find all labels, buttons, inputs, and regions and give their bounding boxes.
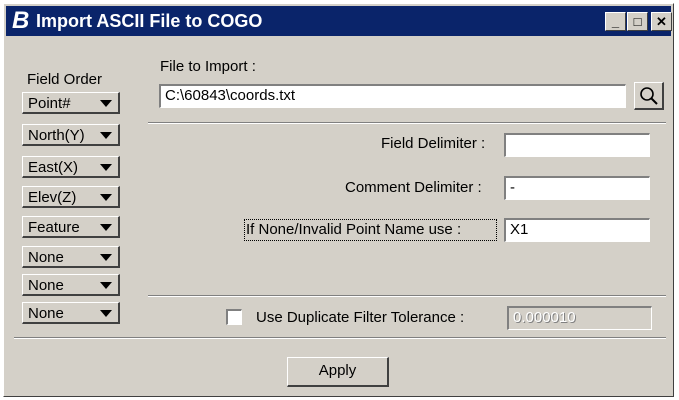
invalid-point-name-input[interactable]: X1 bbox=[504, 218, 650, 242]
chevron-down-icon bbox=[100, 132, 112, 139]
browse-button[interactable] bbox=[634, 82, 664, 110]
chevron-down-icon bbox=[100, 164, 112, 171]
duplicate-filter-label: Use Duplicate Filter Tolerance : bbox=[256, 309, 465, 326]
duplicate-tolerance-input: 0.000010 bbox=[507, 306, 652, 330]
app-icon: B bbox=[12, 7, 30, 34]
field-order-select-8[interactable]: None bbox=[22, 302, 120, 324]
field-order-value: Feature bbox=[28, 219, 80, 236]
separator-bottom bbox=[14, 337, 666, 339]
field-order-value: None bbox=[28, 277, 64, 294]
chevron-down-icon bbox=[100, 254, 112, 261]
field-order-select-3[interactable]: East(X) bbox=[22, 156, 120, 178]
field-order-label: Field Order bbox=[27, 71, 103, 88]
chevron-down-icon bbox=[100, 310, 112, 317]
field-order-select-7[interactable]: None bbox=[22, 274, 120, 296]
chevron-down-icon bbox=[100, 194, 112, 201]
maximize-button[interactable]: □ bbox=[627, 12, 648, 31]
field-order-value: Point# bbox=[28, 95, 71, 112]
field-order-select-4[interactable]: Elev(Z) bbox=[22, 186, 120, 208]
field-order-value: None bbox=[28, 305, 64, 322]
close-button[interactable]: ✕ bbox=[651, 12, 672, 31]
search-icon bbox=[640, 87, 658, 105]
separator-middle bbox=[148, 295, 666, 297]
comment-delimiter-label: Comment Delimiter : bbox=[345, 179, 482, 196]
chevron-down-icon bbox=[100, 282, 112, 289]
separator-top bbox=[148, 122, 666, 124]
window-title: Import ASCII File to COGO bbox=[36, 11, 263, 31]
field-order-value: North(Y) bbox=[28, 127, 85, 144]
field-order-value: None bbox=[28, 249, 64, 266]
file-path-input[interactable]: C:\60843\coords.txt bbox=[159, 84, 626, 108]
file-to-import-label: File to Import : bbox=[160, 58, 256, 75]
field-order-value: Elev(Z) bbox=[28, 189, 77, 206]
chevron-down-icon bbox=[100, 100, 112, 107]
field-order-select-6[interactable]: None bbox=[22, 246, 120, 268]
apply-button[interactable]: Apply bbox=[287, 357, 389, 387]
field-order-select-1[interactable]: Point# bbox=[22, 92, 120, 114]
field-order-value: East(X) bbox=[28, 159, 79, 176]
field-order-select-5[interactable]: Feature bbox=[22, 216, 120, 238]
duplicate-filter-checkbox[interactable] bbox=[226, 309, 242, 325]
title-bar[interactable]: B Import ASCII File to COGO _ □ ✕ bbox=[6, 6, 672, 36]
field-delimiter-label: Field Delimiter : bbox=[381, 135, 486, 152]
comment-delimiter-input[interactable]: - bbox=[504, 176, 650, 200]
field-order-select-2[interactable]: North(Y) bbox=[22, 124, 120, 146]
field-delimiter-input[interactable] bbox=[504, 133, 650, 157]
minimize-button[interactable]: _ bbox=[605, 12, 626, 31]
invalid-point-label: If None/Invalid Point Name use : bbox=[246, 221, 462, 238]
chevron-down-icon bbox=[100, 224, 112, 231]
